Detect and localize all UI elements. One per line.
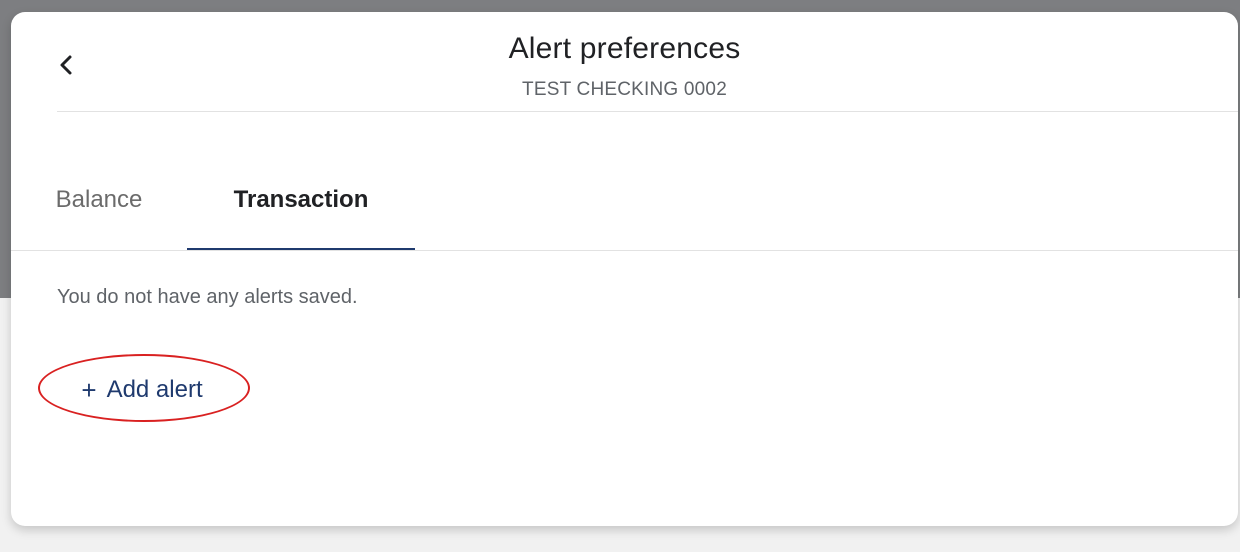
header-divider [57,111,1238,112]
plus-icon: + [81,375,97,405]
add-alert-label: Add alert [106,376,203,403]
tabs-divider [11,250,1238,251]
tab-balance[interactable]: Balance [35,172,163,250]
add-alert-button[interactable]: + Add alert [41,366,243,414]
page-title: Alert preferences [508,32,741,65]
tab-transaction[interactable]: Transaction [187,172,415,250]
alert-type-tabs: Balance Transaction [11,172,1238,250]
account-name: TEST CHECKING 0002 [522,79,727,100]
alert-preferences-card: Alert preferences TEST CHECKING 0002 Bal… [11,12,1238,526]
no-alerts-message: You do not have any alerts saved. [57,286,358,308]
